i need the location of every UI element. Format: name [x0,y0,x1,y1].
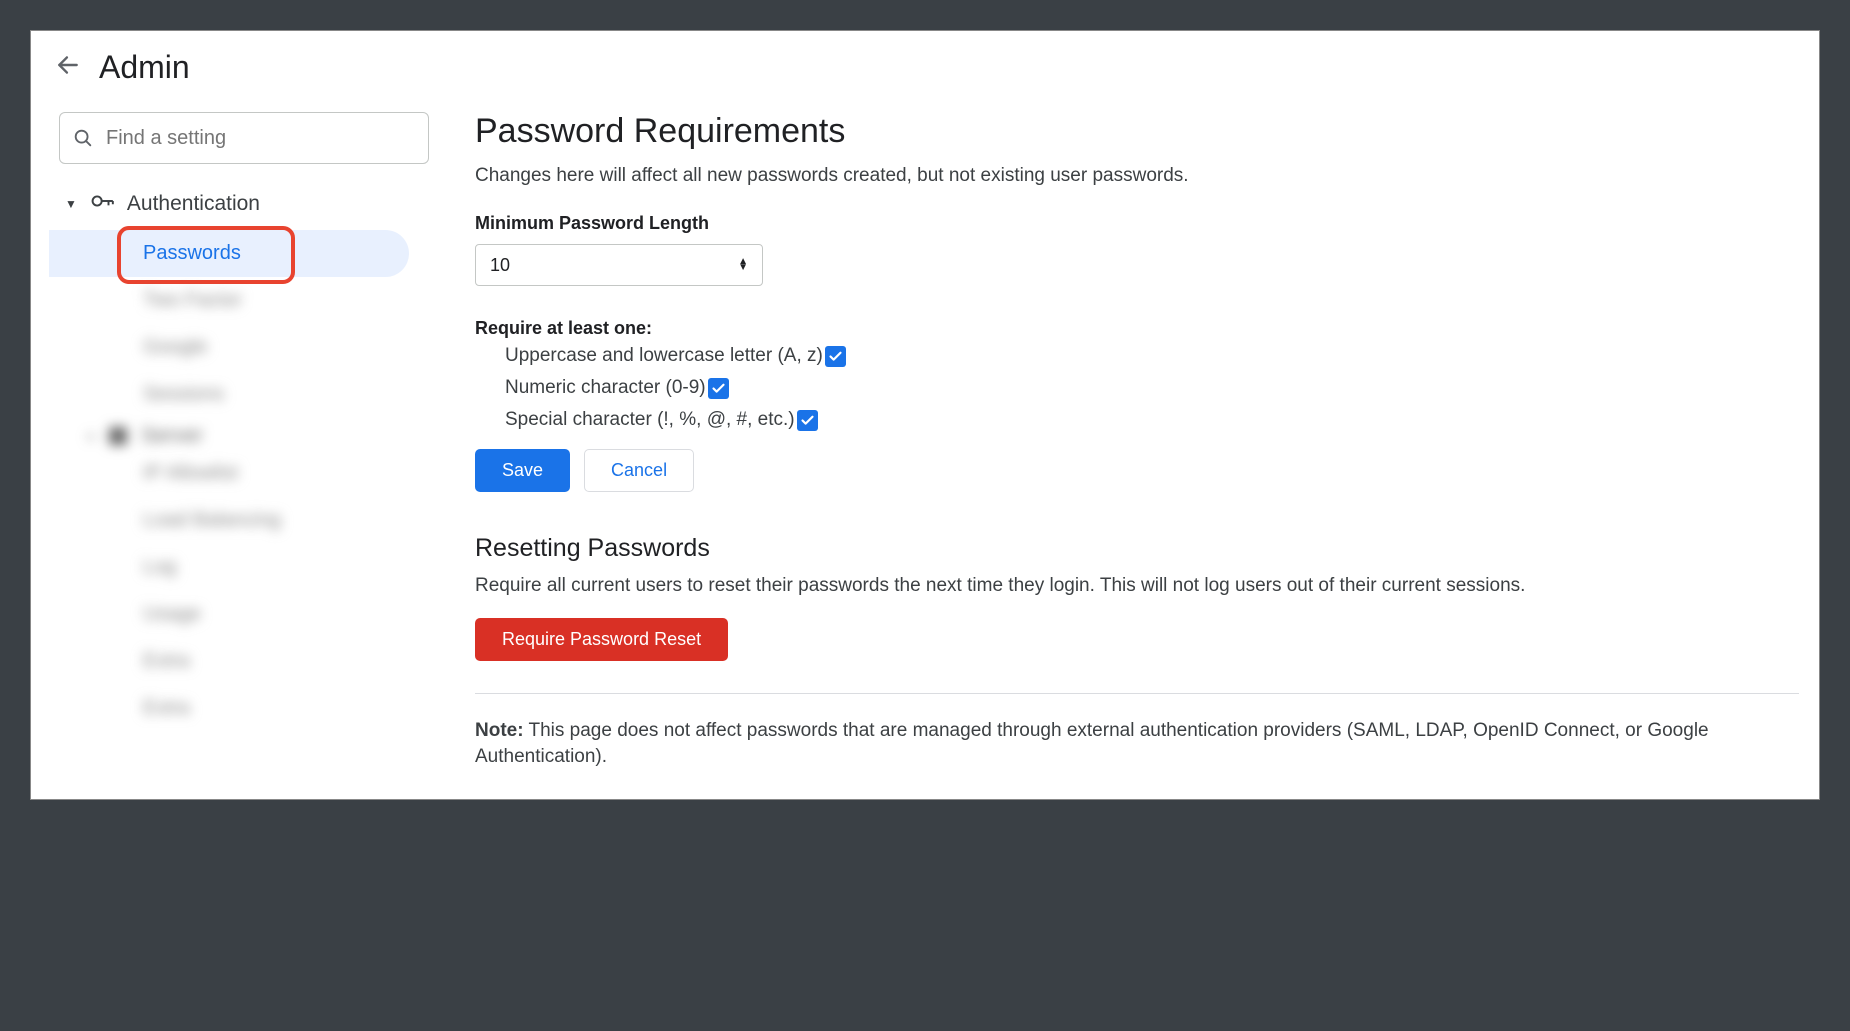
sidebar: ▼ Authentication Passwords Two Factor Go… [31,112,441,799]
sidebar-nav[interactable]: ▼ Authentication Passwords Two Factor Go… [49,184,423,799]
search-box[interactable] [59,112,429,164]
page-title: Admin [99,49,190,86]
sidebar-item-passwords[interactable]: Passwords [49,230,409,277]
min-length-select[interactable]: 10 ▲▼ [475,244,763,286]
checkbox-special[interactable] [797,410,818,431]
main-content: Password Requirements Changes here will … [441,112,1819,799]
content-subtitle: Changes here will affect all new passwor… [475,165,1799,187]
require-password-reset-button[interactable]: Require Password Reset [475,618,728,661]
check-label: Numeric character (0-9) [505,377,706,399]
sidebar-item-redacted[interactable]: Extra [49,685,417,732]
divider [475,693,1799,694]
note-body: This page does not affect passwords that… [475,720,1709,768]
sidebar-item-redacted[interactable]: Log [49,544,417,591]
sidebar-item-redacted[interactable]: Usage [49,591,417,638]
sidebar-item-redacted[interactable]: Extra [49,638,417,685]
search-icon [72,127,94,149]
sidebar-item-label: Passwords [143,242,241,264]
check-label: Uppercase and lowercase letter (A, z) [505,345,823,367]
reset-description: Require all current users to reset their… [475,573,1799,600]
page-header: Admin [31,31,1819,86]
note-text: Note: This page does not affect password… [475,718,1799,771]
save-button[interactable]: Save [475,449,570,492]
sidebar-item-redacted[interactable]: Sessions [49,371,417,418]
sidebar-item-redacted[interactable]: Two Factor [49,277,417,324]
min-length-label: Minimum Password Length [475,213,1799,234]
sidebar-section-redacted[interactable]: ▸ Server [49,424,417,448]
check-row-uppercase: Uppercase and lowercase letter (A, z) [475,345,1799,367]
check-row-special: Special character (!, %, @, #, etc.) [475,409,1799,431]
sidebar-section-label: Authentication [127,192,260,216]
key-icon [89,188,115,220]
admin-window: Admin ▼ Authentication Pass [30,30,1820,800]
search-input[interactable] [106,127,416,150]
select-arrows-icon: ▲▼ [738,259,748,271]
cancel-button[interactable]: Cancel [584,449,694,492]
min-length-value: 10 [490,255,510,276]
back-arrow-icon[interactable] [55,52,81,83]
require-label: Require at least one: [475,318,1799,339]
content-title: Password Requirements [475,112,1799,151]
check-row-numeric: Numeric character (0-9) [475,377,1799,399]
sidebar-item-redacted[interactable]: Load Balancing [49,497,417,544]
check-label: Special character (!, %, @, #, etc.) [505,409,795,431]
sidebar-section-authentication[interactable]: ▼ Authentication [49,184,417,230]
checkbox-uppercase[interactable] [825,346,846,367]
checkbox-numeric[interactable] [708,378,729,399]
reset-heading: Resetting Passwords [475,534,1799,563]
note-prefix: Note: [475,720,524,741]
page-body: ▼ Authentication Passwords Two Factor Go… [31,86,1819,799]
sidebar-item-redacted[interactable]: Google [49,324,417,371]
sidebar-item-redacted[interactable]: IP Allowlist [49,450,417,497]
caret-down-icon: ▼ [65,197,77,211]
button-row: Save Cancel [475,449,1799,492]
